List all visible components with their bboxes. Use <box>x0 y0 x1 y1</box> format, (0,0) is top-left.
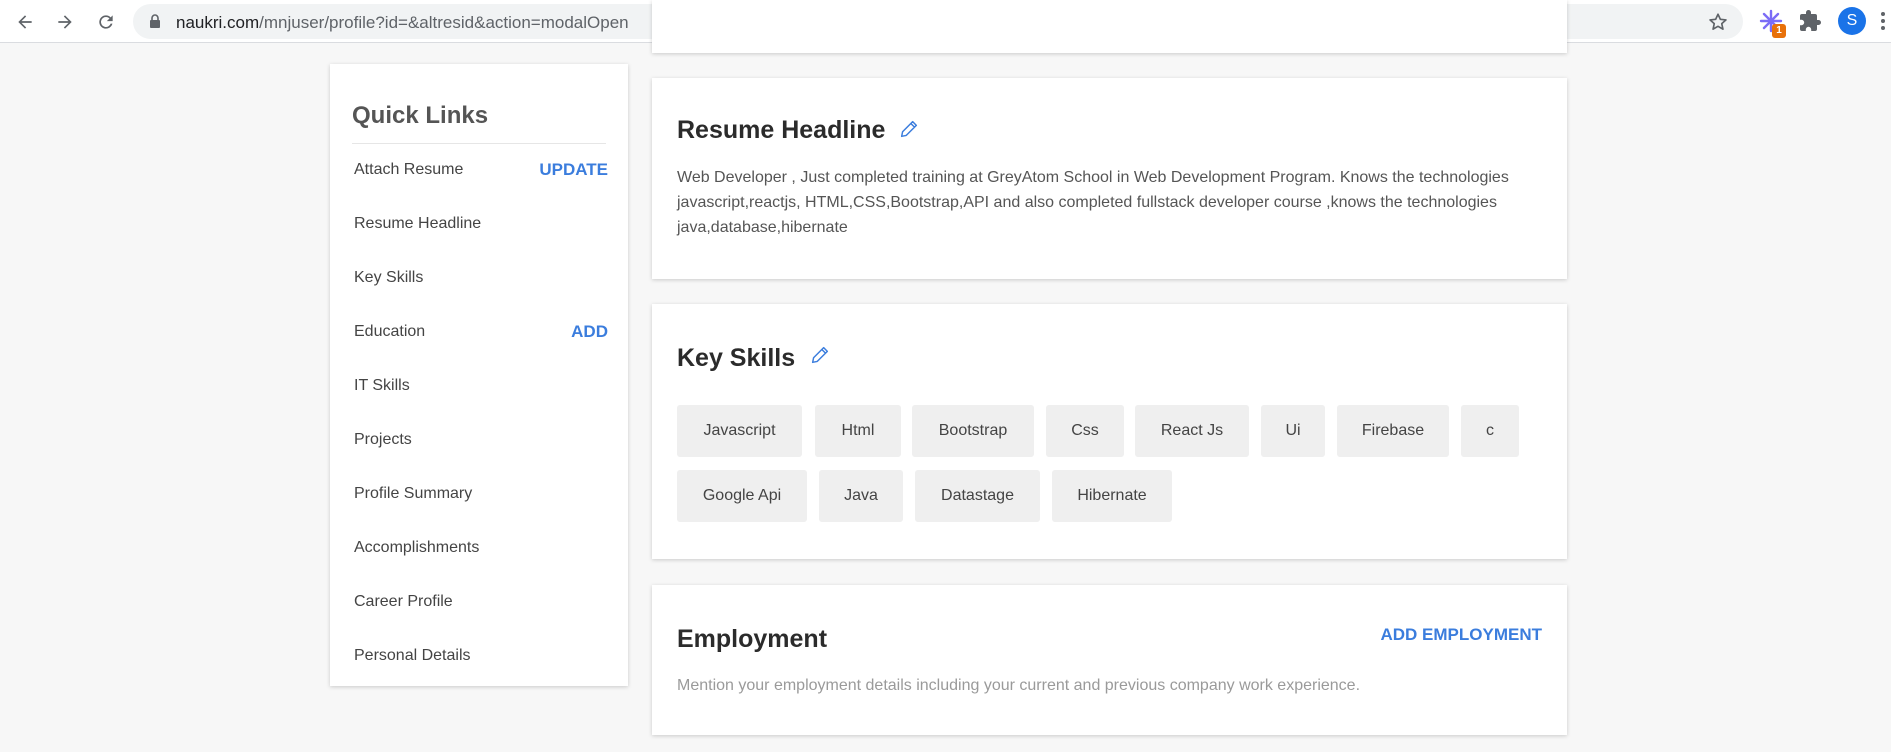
employment-title: Employment <box>677 625 828 653</box>
quick-link-attach-resume: Attach Resume UPDATE <box>354 156 608 184</box>
key-skills-card: Key Skills Javascript Html Bootstrap Css… <box>652 304 1567 559</box>
puzzle-icon[interactable] <box>1798 9 1822 33</box>
url-domain: naukri.com <box>176 13 260 32</box>
skill-chip[interactable]: Javascript <box>677 405 802 457</box>
extension-badge: 1 <box>1772 24 1786 38</box>
reload-button[interactable] <box>89 5 123 39</box>
skill-chip[interactable]: Html <box>815 405 901 457</box>
quick-link-key-skills: Key Skills <box>354 264 608 292</box>
quick-link-label[interactable]: Attach Resume <box>354 161 463 179</box>
quick-link-label[interactable]: Key Skills <box>354 269 423 287</box>
profile-avatar[interactable]: S <box>1838 7 1866 35</box>
key-skills-title: Key Skills <box>677 344 796 372</box>
quick-links-title: Quick Links <box>352 102 489 129</box>
quick-link-resume-headline: Resume Headline <box>354 210 608 238</box>
quick-link-label[interactable]: Projects <box>354 431 412 449</box>
bookmark-star-icon[interactable] <box>1707 11 1729 33</box>
quick-link-accomplishments: Accomplishments <box>354 534 608 562</box>
edit-pencil-icon[interactable] <box>809 344 831 366</box>
quick-link-label[interactable]: Education <box>354 323 425 341</box>
arrow-right-icon <box>58 15 72 29</box>
resume-headline-card: Resume Headline Web Developer , Just com… <box>652 78 1567 279</box>
quick-link-label[interactable]: IT Skills <box>354 377 410 395</box>
skill-chip[interactable]: Bootstrap <box>912 405 1034 457</box>
skill-chip[interactable]: Css <box>1046 405 1124 457</box>
quick-link-personal-details: Personal Details <box>354 642 608 670</box>
quick-links-panel: Quick Links Attach Resume UPDATE Resume … <box>330 64 628 686</box>
quick-link-profile-summary: Profile Summary <box>354 480 608 508</box>
back-button[interactable] <box>8 5 42 39</box>
previous-section-card <box>652 0 1567 53</box>
url-text[interactable]: naukri.com/mnjuser/profile?id=&altresid&… <box>176 13 629 33</box>
resume-headline-title: Resume Headline <box>677 116 886 144</box>
quick-link-label[interactable]: Profile Summary <box>354 485 472 503</box>
skill-chip[interactable]: Ui <box>1261 405 1325 457</box>
divider <box>352 143 606 144</box>
quick-link-label[interactable]: Personal Details <box>354 647 471 665</box>
skill-chip[interactable]: c <box>1461 405 1519 457</box>
add-education-link[interactable]: ADD <box>571 322 608 342</box>
arrow-left-icon <box>18 15 32 29</box>
resume-headline-text: Web Developer , Just completed training … <box>677 169 1509 236</box>
quick-link-career-profile: Career Profile <box>354 588 608 616</box>
lock-icon <box>150 14 160 28</box>
edit-pencil-icon[interactable] <box>898 118 920 140</box>
quick-link-it-skills: IT Skills <box>354 372 608 400</box>
employment-card: Employment ADD EMPLOYMENT Mention your e… <box>652 585 1567 735</box>
quick-link-label[interactable]: Accomplishments <box>354 539 479 557</box>
quick-link-label[interactable]: Career Profile <box>354 593 453 611</box>
add-employment-button[interactable]: ADD EMPLOYMENT <box>1381 625 1543 645</box>
skill-chip[interactable]: React Js <box>1135 405 1249 457</box>
browser-menu-icon[interactable] <box>1880 10 1886 32</box>
employment-description: Mention your employment details includin… <box>677 677 1361 694</box>
skill-chip[interactable]: Google Api <box>677 470 807 522</box>
skill-chip[interactable]: Hibernate <box>1052 470 1172 522</box>
quick-link-education: Education ADD <box>354 318 608 346</box>
quick-link-projects: Projects <box>354 426 608 454</box>
reload-icon <box>99 15 113 29</box>
update-resume-link[interactable]: UPDATE <box>539 160 608 180</box>
url-path: /mnjuser/profile?id=&altresid&action=mod… <box>259 13 629 32</box>
quick-link-label[interactable]: Resume Headline <box>354 215 481 233</box>
skill-chip[interactable]: Datastage <box>915 470 1040 522</box>
forward-button[interactable] <box>48 5 82 39</box>
skill-chip[interactable]: Firebase <box>1337 405 1449 457</box>
skill-chip[interactable]: Java <box>819 470 903 522</box>
